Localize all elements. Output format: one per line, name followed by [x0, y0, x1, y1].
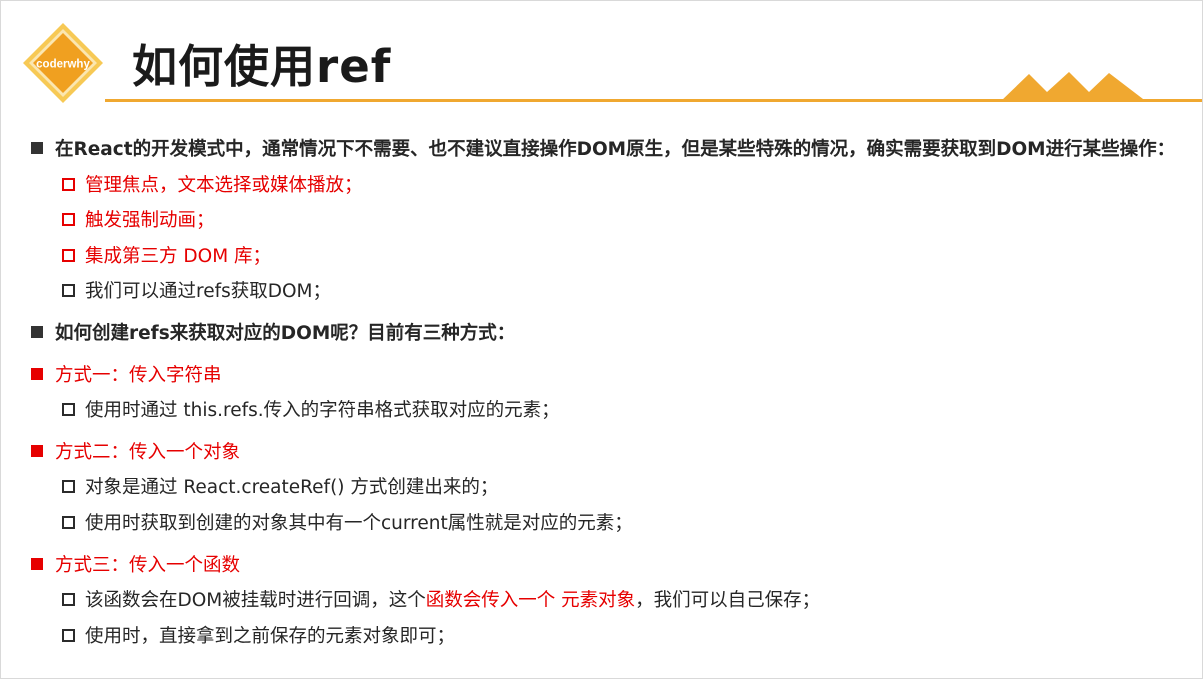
list-item: 对象是通过 React.createRef() 方式创建出来的；: [62, 473, 498, 499]
hollow-square-bullet-icon: [62, 402, 75, 416]
square-bullet-icon: [31, 558, 43, 570]
hollow-square-bullet-icon: [62, 515, 75, 529]
method-heading: 方式一：传入字符串: [31, 361, 222, 387]
list-item: 使用时通过 this.refs.传入的字符串格式获取对应的元素；: [62, 396, 560, 422]
square-bullet-icon: [31, 142, 43, 154]
list-item-text: 管理焦点，文本选择或媒体播放；: [85, 175, 363, 196]
hollow-square-bullet-icon: [62, 592, 75, 606]
list-item: 使用时，直接拿到之前保存的元素对象即可；: [62, 622, 455, 648]
list-item-text: 在React的开发模式中，通常情况下不需要、也不建议直接操作DOM原生，但是某些…: [55, 139, 1176, 160]
header-divider: [105, 72, 1202, 102]
list-item: 管理焦点，文本选择或媒体播放；: [62, 171, 363, 197]
hollow-square-bullet-icon: [62, 177, 75, 191]
list-item-text-after: ，我们可以自己保存；: [635, 590, 821, 611]
square-bullet-icon: [31, 326, 43, 338]
list-item: 我们可以通过refs获取DOM；: [62, 277, 331, 303]
square-bullet-icon: [31, 368, 43, 380]
square-bullet-icon: [31, 445, 43, 457]
list-item-text-highlight: 函数会传入一个 元素对象: [425, 590, 636, 611]
list-item-text-before: 该函数会在DOM被挂载时进行回调，这个: [85, 590, 426, 611]
list-item: 集成第三方 DOM 库；: [62, 242, 271, 268]
list-item-text: 使用时获取到创建的对象其中有一个current属性就是对应的元素；: [85, 513, 633, 534]
hollow-square-bullet-icon: [62, 248, 75, 262]
method-heading: 方式二：传入一个对象: [31, 438, 240, 464]
list-item: 该函数会在DOM被挂载时进行回调，这个 函数会传入一个 元素对象 ，我们可以自己保存…: [62, 586, 820, 612]
list-item-text: 方式三：传入一个函数: [55, 555, 241, 576]
list-item-text: 集成第三方 DOM 库；: [85, 246, 272, 267]
hollow-square-bullet-icon: [62, 628, 75, 642]
list-item: 触发强制动画；: [62, 206, 215, 232]
hollow-square-bullet-icon: [62, 479, 75, 493]
list-item-text: 我们可以通过refs获取DOM；: [85, 281, 332, 302]
list-item: 使用时获取到创建的对象其中有一个current属性就是对应的元素；: [62, 509, 633, 535]
wave-decoration: [1000, 72, 1147, 102]
list-item: 如何创建refs来获取对应的DOM呢？目前有三种方式：: [31, 319, 515, 345]
method-heading: 方式三：传入一个函数: [31, 551, 240, 577]
list-item-text: 如何创建refs来获取对应的DOM呢？目前有三种方式：: [55, 323, 516, 344]
hollow-square-bullet-icon: [62, 212, 75, 226]
hollow-square-bullet-icon: [62, 283, 75, 297]
list-item-text: 方式一：传入字符串: [55, 365, 222, 386]
list-item-text: 触发强制动画；: [85, 210, 215, 231]
list-item-text: 方式二：传入一个对象: [55, 442, 241, 463]
list-item-text: 使用时，直接拿到之前保存的元素对象即可；: [85, 626, 456, 647]
list-item: 在React的开发模式中，通常情况下不需要、也不建议直接操作DOM原生，但是某些…: [31, 135, 1175, 161]
list-item-text: 对象是通过 React.createRef() 方式创建出来的；: [85, 477, 499, 498]
list-item-text: 使用时通过 this.refs.传入的字符串格式获取对应的元素；: [85, 400, 560, 421]
